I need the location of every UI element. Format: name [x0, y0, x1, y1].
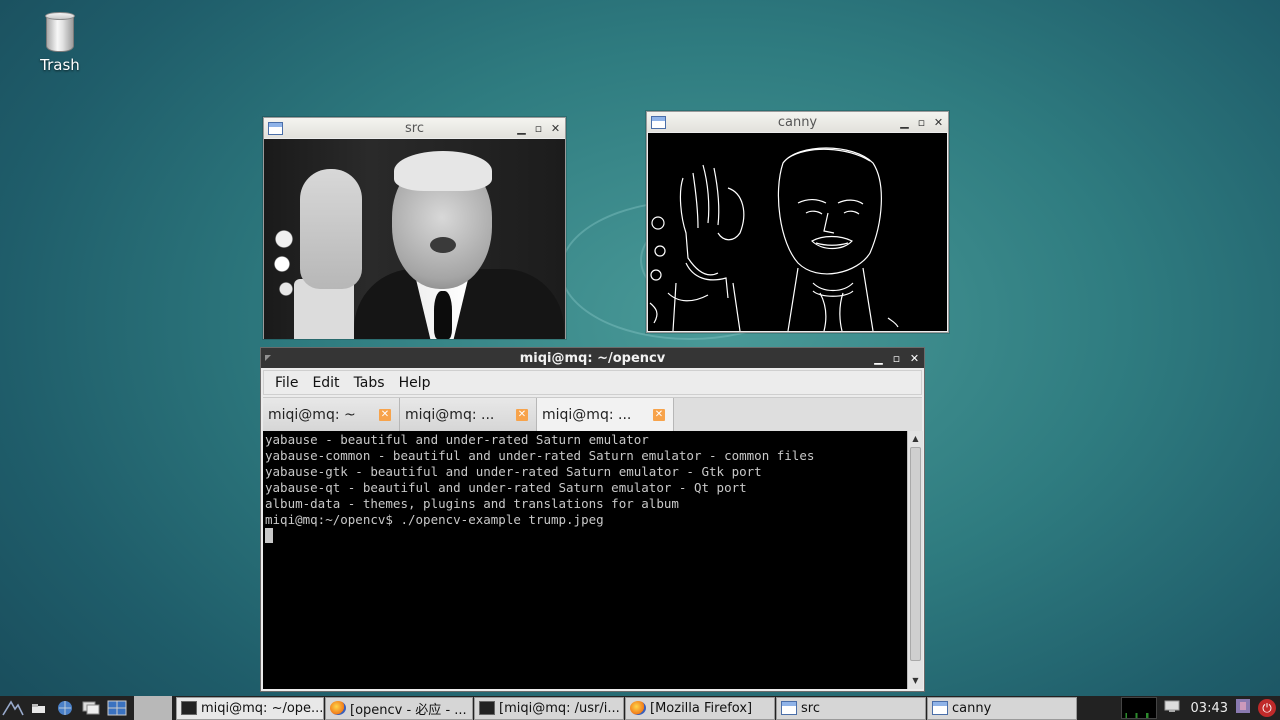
terminal-tab-active[interactable]: miqi@mq: ... ✕ [537, 398, 674, 431]
minimize-button[interactable]: ▁ [873, 353, 884, 364]
tab-label: miqi@mq: ... [542, 406, 632, 423]
show-desktop-icon[interactable] [78, 697, 104, 719]
terminal-titlebar[interactable]: miqi@mq: ~/opencv ▁ ▫ ✕ [261, 348, 924, 368]
scrollbar-thumb[interactable] [910, 447, 921, 661]
terminal-line: yabause - beautiful and under-rated Satu… [265, 432, 649, 447]
task-label: [miqi@mq: /usr/i... [499, 700, 620, 716]
canny-edge-image [648, 133, 947, 331]
canny-window[interactable]: canny ▁ ▫ ✕ [646, 111, 949, 333]
terminal-prompt-line: miqi@mq:~/opencv$ ./opencv-example trump… [265, 512, 604, 527]
tab-label: miqi@mq: ~ [268, 406, 356, 423]
window-icon [932, 701, 948, 715]
logout-icon[interactable] [1234, 697, 1252, 719]
close-button[interactable]: ✕ [933, 117, 944, 128]
desktop-icon-trash[interactable]: Trash [28, 10, 92, 74]
menu-bar: File Edit Tabs Help [263, 370, 922, 395]
maximize-button[interactable]: ▫ [891, 353, 902, 364]
tab-close-icon[interactable]: ✕ [516, 408, 528, 421]
task-label: [opencv - 必应 - ... [350, 702, 467, 718]
system-tray: 03:43 ⏻ [1120, 696, 1280, 720]
start-menu-icon[interactable] [0, 697, 26, 719]
task-label: [Mozilla Firefox] [650, 700, 753, 716]
terminal-line: yabause-gtk - beautiful and under-rated … [265, 464, 762, 479]
terminal-tab[interactable]: miqi@mq: ... ✕ [400, 398, 537, 431]
task-label: canny [952, 700, 992, 716]
terminal-line: yabause-qt - beautiful and under-rated S… [265, 480, 747, 495]
tab-close-icon[interactable]: ✕ [379, 408, 391, 421]
clock[interactable]: 03:43 [1191, 701, 1228, 716]
taskbar-task[interactable]: miqi@mq: ~/ope... [176, 696, 324, 720]
firefox-icon [630, 701, 646, 715]
task-label: src [801, 700, 820, 716]
window-title: miqi@mq: ~/opencv [519, 350, 666, 366]
text-cursor [265, 528, 273, 543]
browser-icon[interactable] [52, 697, 78, 719]
scroll-down-icon[interactable]: ▼ [909, 675, 922, 687]
taskbar-task[interactable]: src [776, 696, 926, 720]
power-icon[interactable]: ⏻ [1258, 699, 1276, 717]
menu-tabs[interactable]: Tabs [347, 375, 392, 391]
desktop-icon-label: Trash [40, 56, 80, 74]
close-button[interactable]: ✕ [550, 123, 561, 134]
src-image [264, 139, 565, 339]
terminal-line: album-data - themes, plugins and transla… [265, 496, 679, 511]
file-manager-icon[interactable] [26, 697, 52, 719]
menu-file[interactable]: File [268, 375, 305, 391]
terminal-output[interactable]: yabause - beautiful and under-rated Satu… [263, 431, 907, 689]
task-label: miqi@mq: ~/ope... [201, 700, 324, 716]
firefox-icon [330, 701, 346, 715]
taskbar: miqi@mq: ~/ope... [opencv - 必应 - ... [mi… [0, 696, 1280, 720]
network-icon[interactable] [1163, 698, 1185, 718]
maximize-button[interactable]: ▫ [916, 117, 927, 128]
terminal-line: yabause-common - beautiful and under-rat… [265, 448, 815, 463]
taskbar-task[interactable]: [Mozilla Firefox] [625, 696, 775, 720]
minimize-button[interactable]: ▁ [516, 123, 527, 134]
taskbar-task[interactable]: [miqi@mq: /usr/i... [474, 696, 624, 720]
menu-help[interactable]: Help [392, 375, 438, 391]
cpu-monitor[interactable] [1120, 697, 1157, 719]
taskbar-task[interactable]: [opencv - 必应 - ... [325, 696, 473, 720]
menu-edit[interactable]: Edit [305, 375, 346, 391]
terminal-icon [181, 701, 197, 715]
terminal-scrollbar[interactable]: ▲ ▼ [907, 431, 923, 689]
src-window[interactable]: src ▁ ▫ ✕ [263, 117, 566, 339]
src-titlebar[interactable]: src ▁ ▫ ✕ [264, 118, 565, 138]
terminal-window[interactable]: miqi@mq: ~/opencv ▁ ▫ ✕ File Edit Tabs H… [260, 347, 925, 692]
canny-titlebar[interactable]: canny ▁ ▫ ✕ [647, 112, 948, 132]
workspace-icon[interactable] [104, 697, 130, 719]
terminal-icon [479, 701, 495, 715]
terminal-tab[interactable]: miqi@mq: ~ ✕ [263, 398, 400, 431]
workspace-pager[interactable] [134, 696, 172, 720]
tab-bar: miqi@mq: ~ ✕ miqi@mq: ... ✕ miqi@mq: ...… [263, 397, 922, 431]
taskbar-task[interactable]: canny [927, 696, 1077, 720]
scroll-up-icon[interactable]: ▲ [909, 433, 922, 445]
window-icon [651, 115, 666, 129]
window-icon [781, 701, 797, 715]
minimize-button[interactable]: ▁ [899, 117, 910, 128]
close-button[interactable]: ✕ [909, 353, 920, 364]
maximize-button[interactable]: ▫ [533, 123, 544, 134]
tab-close-icon[interactable]: ✕ [653, 408, 665, 421]
tab-label: miqi@mq: ... [405, 406, 495, 423]
trash-icon [45, 10, 75, 52]
window-icon [268, 121, 283, 135]
